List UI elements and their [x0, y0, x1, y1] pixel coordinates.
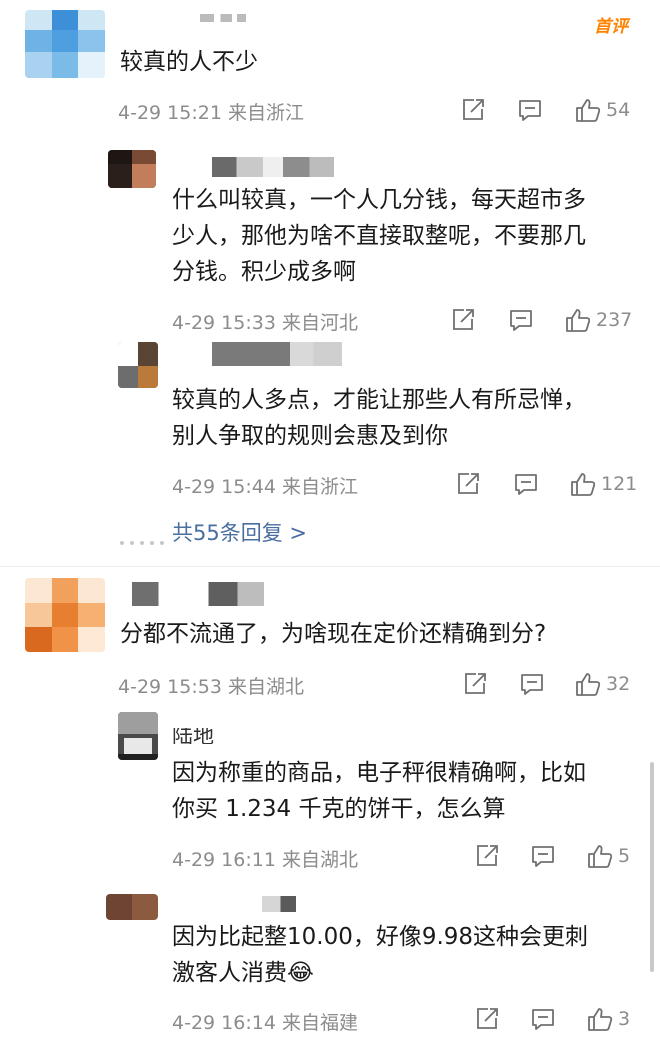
share-icon: [463, 99, 484, 120]
comment-button[interactable]: [517, 97, 543, 123]
comment-icon: [532, 1009, 554, 1030]
reply-text: 较真的人多点，才能让那些人有所忌惮， 别人争取的规则会惠及到你: [172, 387, 586, 449]
reply-time: 4-29 15:44: [172, 476, 276, 498]
reply-text: 因为比起整10.00，好像9.98这种会更刺 激客人消费😂: [172, 924, 589, 986]
section-divider: [0, 566, 660, 567]
like-button[interactable]: 32: [574, 671, 630, 697]
reply-actions: 237: [450, 307, 640, 333]
share-button[interactable]: [462, 671, 488, 697]
comment-icon: [510, 310, 532, 331]
reply-location: 来自浙江: [281, 476, 358, 498]
share-icon: [477, 845, 498, 866]
dots-divider: [120, 530, 170, 545]
comment-text: 较真的人不少: [120, 49, 258, 75]
comment-location: 来自湖北: [227, 676, 304, 698]
comment-actions: 32: [462, 671, 640, 697]
avatar[interactable]: [106, 894, 158, 920]
reply-time: 4-29 15:33: [172, 312, 276, 334]
share-button[interactable]: [450, 307, 476, 333]
thumbs-up-icon: [588, 845, 613, 868]
like-button[interactable]: 5: [586, 843, 630, 869]
thumbs-up-icon: [571, 473, 596, 496]
reply-actions: 5: [474, 843, 640, 869]
comment-location: 来自浙江: [227, 102, 304, 124]
share-button[interactable]: [455, 471, 481, 497]
share-icon: [477, 1008, 498, 1029]
avatar[interactable]: [108, 150, 156, 188]
like-count: 54: [606, 99, 631, 121]
comment-meta: 4-29 15:53 来自湖北: [118, 672, 304, 699]
like-button[interactable]: 237: [564, 307, 632, 333]
reply-location: 来自河北: [281, 312, 358, 334]
cut-off-username: [200, 14, 246, 22]
username-blurred: [132, 582, 264, 606]
reply-meta: 4-29 15:44 来自浙江: [172, 472, 358, 499]
comment-actions: 54: [460, 97, 640, 123]
thumbs-up-icon: [576, 673, 601, 696]
comment-button[interactable]: [513, 471, 539, 497]
username-blurred: [212, 342, 342, 366]
first-comment-badge: 首评: [594, 17, 628, 37]
reply-meta: 4-29 16:14 来自福建: [172, 1008, 358, 1035]
reply-actions: 3: [474, 1006, 640, 1032]
reply-actions: 121: [455, 471, 640, 497]
username-partial: 陆地: [172, 728, 272, 744]
reply-text: 因为称重的商品，电子秤很精确啊，比如 你买 1.234 千克的饼干，怎么算: [172, 760, 586, 822]
share-button[interactable]: [474, 1006, 500, 1032]
username-blurred: [212, 157, 334, 177]
scrollbar[interactable]: [650, 762, 654, 972]
avatar[interactable]: [25, 10, 105, 78]
username-fragment: 陆地: [172, 728, 214, 744]
comment-icon: [532, 846, 554, 867]
reply-text: 什么叫较真，一个人几分钱，每天超市多 少人，那他为啥不直接取整呢，不要那几 分钱…: [172, 187, 586, 285]
reply-meta: 4-29 16:11 来自湖北: [172, 845, 358, 872]
like-count: 32: [606, 673, 631, 695]
comment-text: 分都不流通了，为啥现在定价还精确到分?: [120, 621, 547, 647]
comment-button[interactable]: [530, 843, 556, 869]
reply-time: 4-29 16:14: [172, 1012, 276, 1034]
thumbs-up-icon: [576, 99, 601, 122]
reply-meta: 4-29 15:33 来自河北: [172, 308, 358, 335]
reply-time: 4-29 16:11: [172, 849, 276, 871]
share-icon: [458, 473, 479, 494]
view-more-replies-link[interactable]: 共55条回复 >: [172, 517, 307, 547]
like-button[interactable]: 3: [586, 1006, 630, 1032]
comment-page: 首评 较真的人不少 4-29 15:21 来自浙江 54 什么叫较真，一个人几分…: [0, 0, 660, 1043]
share-button[interactable]: [474, 843, 500, 869]
like-count: 5: [618, 845, 631, 867]
thumbs-up-icon: [566, 309, 591, 332]
username-blurred: [262, 896, 296, 912]
share-icon: [453, 309, 474, 330]
comment-icon: [515, 474, 537, 495]
comment-icon: [521, 674, 543, 695]
comment-icon: [519, 100, 541, 121]
comment-button[interactable]: [508, 307, 534, 333]
comment-meta: 4-29 15:21 来自浙江: [118, 98, 304, 125]
comment-time: 4-29 15:21: [118, 102, 222, 124]
avatar[interactable]: [118, 712, 158, 760]
avatar[interactable]: [118, 342, 158, 388]
like-count: 237: [596, 309, 633, 331]
like-button[interactable]: 54: [574, 97, 630, 123]
comment-time: 4-29 15:53: [118, 676, 222, 698]
like-count: 121: [601, 473, 638, 495]
avatar[interactable]: [25, 578, 105, 652]
comment-button[interactable]: [530, 1006, 556, 1032]
reply-location: 来自福建: [281, 1012, 358, 1034]
share-button[interactable]: [460, 97, 486, 123]
like-count: 3: [618, 1008, 631, 1030]
like-button[interactable]: 121: [569, 471, 637, 497]
reply-location: 来自湖北: [281, 849, 358, 871]
thumbs-up-icon: [588, 1008, 613, 1031]
share-icon: [465, 673, 486, 694]
comment-button[interactable]: [519, 671, 545, 697]
